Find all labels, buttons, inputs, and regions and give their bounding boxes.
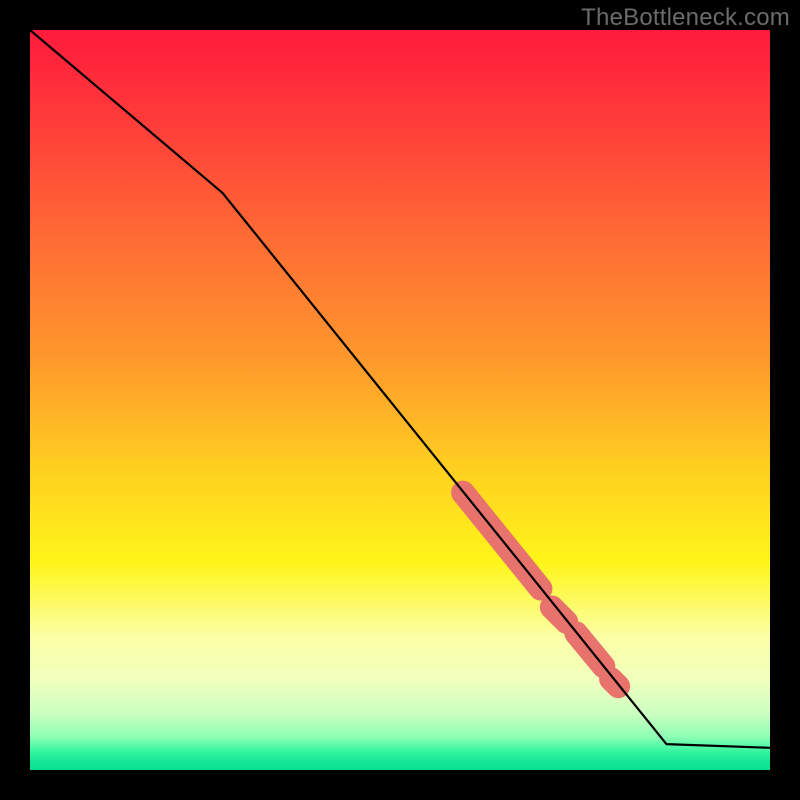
- watermark-text: TheBottleneck.com: [581, 4, 790, 32]
- chart-stage: TheBottleneck.com: [0, 0, 800, 800]
- curve-layer: [30, 30, 770, 770]
- plot-area: [30, 30, 770, 770]
- main-curve-line: [30, 30, 770, 748]
